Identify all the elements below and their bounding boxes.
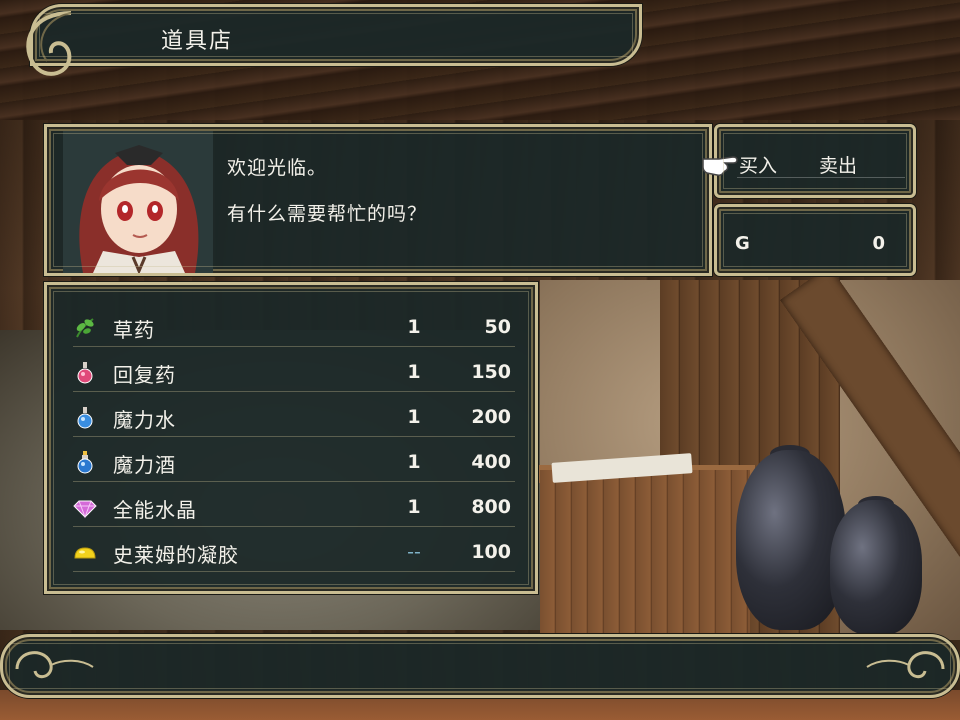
item-price: 800 (471, 496, 511, 518)
gold-label: G (735, 233, 750, 254)
item-quantity: -- (407, 541, 421, 563)
item-price: 200 (471, 406, 511, 428)
item-quantity: 1 (407, 316, 421, 338)
blue-elixir-icon (77, 451, 93, 474)
item-list-window: 草药 1 50 回复药 1 150 魔力水 1 200 魔力酒 1 400 全能… (44, 282, 538, 594)
pointing-hand-cursor-icon (702, 156, 738, 176)
background-table (540, 470, 750, 640)
item-quantity: 1 (407, 451, 421, 473)
item-name: 史莱姆的凝胶 (113, 543, 239, 567)
shopkeeper-face-icon (63, 131, 213, 273)
message-window: 欢迎光临。 有什么需要帮忙的吗？ (44, 124, 712, 276)
scroll-ornament-icon (26, 11, 72, 76)
item-row[interactable]: 史莱姆的凝胶 -- 100 (69, 530, 519, 574)
item-name: 全能水晶 (113, 498, 197, 522)
message-line-2: 有什么需要帮忙的吗？ (227, 203, 428, 225)
item-row[interactable]: 魔力酒 1 400 (69, 440, 519, 484)
gold-window: G 0 (714, 204, 916, 276)
blue-potion-icon (77, 407, 93, 429)
item-name: 回复药 (113, 363, 176, 387)
item-quantity: 1 (407, 361, 421, 383)
item-row[interactable]: 魔力水 1 200 (69, 395, 519, 439)
item-quantity: 1 (407, 406, 421, 428)
herb-icon (76, 318, 94, 338)
small-jar (830, 500, 922, 635)
help-window (0, 634, 960, 698)
buy-command[interactable]: 买入 (739, 151, 777, 178)
item-row[interactable]: 草药 1 50 (69, 305, 519, 349)
red-potion-icon (77, 362, 93, 384)
message-line-1: 欢迎光临。 (227, 157, 328, 179)
large-jar (736, 450, 846, 630)
item-quantity: 1 (407, 496, 421, 518)
shopkeeper-portrait (63, 131, 213, 273)
slime-gel-icon (74, 547, 96, 559)
crystal-icon (73, 500, 97, 519)
game-screen: 道具店 欢迎光临。 有什么需要帮忙的吗？ 买入 卖出 G 0 草药 1 50 回… (0, 0, 960, 720)
item-row[interactable]: 回复药 1 150 (69, 350, 519, 394)
item-price: 100 (471, 541, 511, 563)
item-name: 魔力酒 (113, 453, 176, 477)
item-price: 50 (484, 316, 511, 338)
gold-amount: 0 (872, 233, 885, 254)
item-name: 草药 (113, 318, 155, 342)
scroll-ornament-icon (15, 651, 94, 679)
title-window: 道具店 (26, 4, 642, 76)
shop-title: 道具店 (161, 29, 234, 54)
sell-command[interactable]: 卖出 (819, 151, 857, 178)
item-price: 150 (471, 361, 511, 383)
item-price: 400 (471, 451, 511, 473)
item-name: 魔力水 (113, 408, 176, 432)
item-row[interactable]: 全能水晶 1 800 (69, 485, 519, 529)
scroll-ornament-icon (866, 651, 945, 679)
command-window: 买入 卖出 (702, 124, 916, 198)
command-divider (737, 177, 905, 178)
